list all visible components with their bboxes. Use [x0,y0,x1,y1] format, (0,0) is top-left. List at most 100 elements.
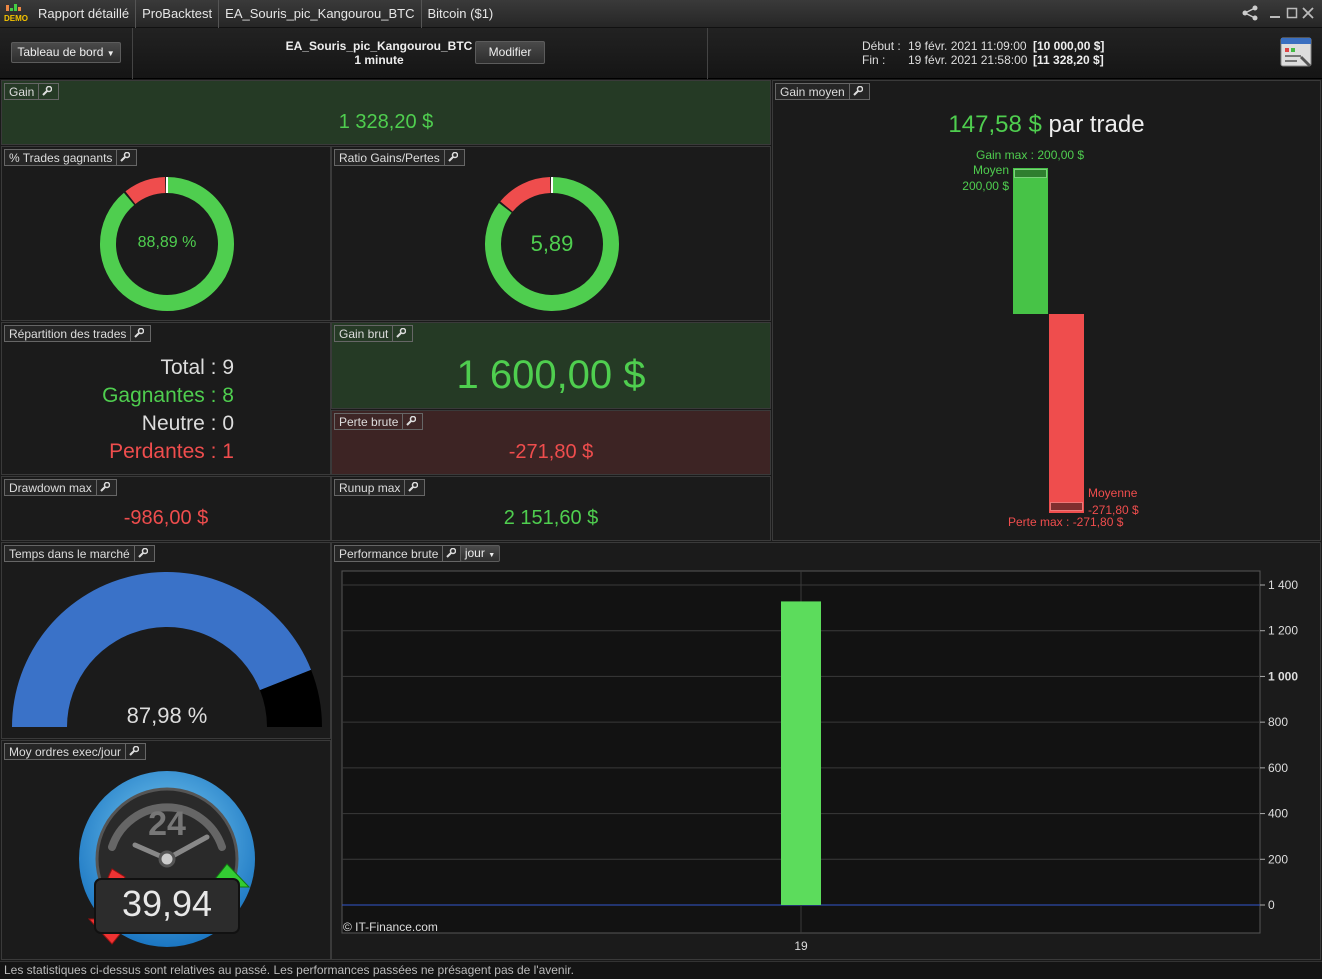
gross-loss-panel: Perte brute -271,80 $ [331,410,771,475]
loss-bar-avg-marker [1050,502,1083,511]
win-percent-label: % Trades gagnants [9,150,113,165]
time-in-market-panel: Temps dans le marché 87,98 % [1,542,331,739]
maximize-icon[interactable] [1284,4,1300,22]
runup-panel: Runup max 2 151,60 $ [331,476,771,541]
close-icon[interactable] [1300,4,1316,22]
gain-panel: Gain 1 328,20 $ [1,80,771,145]
average-gain-value: 147,58 $ [948,111,1042,138]
end-value: [11 328,20 $] [1033,53,1104,67]
gain-value: 1 328,20 $ [338,111,434,133]
gross-gain-label: Gain brut [339,326,389,341]
wrench-icon[interactable] [404,480,420,495]
time-in-market-label: Temps dans le marché [9,546,130,561]
y-tick-label: 800 [1268,715,1288,729]
performance-chart: 0 200 400 600 800 1 000 1 200 1 400 19 [341,570,1298,953]
average-gain-panel: Gain moyen 147,58 $ par trade Gain max :… [772,80,1321,541]
title-bar: DEMO Rapport détaillé ProBacktest EA_Sou… [0,0,1322,28]
panel-header: Runup max [334,479,426,496]
average-gain-label: Gain moyen [780,84,845,99]
average-gain-headline: 147,58 $ par trade [773,111,1320,139]
wrench-icon[interactable] [133,546,150,561]
drawdown-value: -986,00 $ [123,507,209,529]
wrench-icon[interactable] [848,84,865,99]
wrench-icon[interactable] [402,414,418,429]
wrench-icon[interactable] [95,480,112,495]
ratio-label: Ratio Gains/Pertes [339,150,440,165]
drawdown-panel: Drawdown max -986,00 $ [1,476,331,541]
panel-header: Gain brut [334,325,414,342]
panel-header: Ratio Gains/Pertes [334,149,465,166]
wrench-icon[interactable] [443,150,460,165]
toolbar-separator [132,28,133,79]
tab-probacktest[interactable]: ProBacktest [136,0,220,28]
toolbar-separator [707,28,708,79]
drawdown-label: Drawdown max [9,480,92,495]
start-value: [10 000,00 $] [1033,39,1105,53]
y-tick-label: 1 200 [1268,624,1298,638]
y-tick-label: 400 [1268,807,1288,821]
panel-header: Gain [4,83,60,100]
loss-bar [1049,314,1084,513]
gross-gain-panel: Gain brut 1 600,00 $ [331,322,771,409]
wrench-icon[interactable] [125,744,141,759]
clock-icon [79,771,255,947]
app-logo-icon: DEMO [0,0,28,28]
timeframe: 1 minute [354,53,404,67]
orders-per-day-value: 39,94 [121,883,213,924]
wrench-icon[interactable] [392,326,408,341]
trade-distribution-label: Répartition des trades [9,326,127,341]
wrench-icon[interactable] [116,150,132,165]
end-date: 19 févr. 2021 21:58:00 [908,53,1028,67]
gain-max-label: Gain max : 200,00 $ [976,148,1085,162]
total-trades: Total : 9 [160,356,234,379]
gross-performance-panel: Performance brute jour ▼ 0 200 400 600 800 1 … [331,542,1321,960]
wrench-icon[interactable] [130,326,146,341]
gross-loss-label: Perte brute [339,414,399,429]
ratio-panel: Ratio Gains/Pertes 5,89 [331,146,771,321]
x-tick-label: 19 [794,939,808,953]
strategy-name: EA_Souris_pic_Kangourou_BTC [285,39,473,53]
dashboard-label: Tableau de bord [17,45,104,59]
tab-instrument[interactable]: Bitcoin ($1) [422,0,500,28]
panel-header: Temps dans le marché [4,545,155,562]
minimize-icon[interactable] [1267,4,1283,22]
panel-header: Moy ordres exec/jour [4,743,147,760]
panel-header: Drawdown max [4,479,117,496]
trade-distribution-panel: Répartition des trades Total : 9 Gagnant… [1,322,331,475]
win-bar-avg-marker [1014,169,1047,178]
tab-strategy[interactable]: EA_Souris_pic_Kangourou_BTC [219,0,422,28]
end-label: Fin : [862,53,886,67]
share-icon[interactable] [1240,4,1260,22]
ratio-value: 5,89 [530,231,574,256]
win-bar [1013,168,1048,314]
dashboard-dropdown[interactable]: Tableau de bord ▼ [11,42,121,63]
gross-gain-value: 1 600,00 $ [456,353,646,397]
modify-button[interactable]: Modifier [475,41,545,64]
average-win-label: Moyen [972,163,1009,177]
toolbar: Tableau de bord ▼ EA_Souris_pic_Kangouro… [0,28,1322,79]
clock-number: 24 [148,805,186,843]
runup-label: Runup max [339,480,401,495]
time-in-market-value: 87,98 % [126,703,208,728]
chart-watermark: © IT-Finance.com [343,920,438,934]
tab-detailed-report[interactable]: Rapport détaillé [28,0,137,28]
gain-label: Gain [9,84,35,99]
wrench-icon[interactable] [38,84,54,99]
loss-max-label: Perte max : -271,80 $ [1008,515,1124,529]
losing-trades: Perdantes : 1 [109,440,234,463]
start-date: 19 févr. 2021 11:09:00 [908,39,1027,53]
y-tick-label: 200 [1268,852,1288,866]
y-tick-label: 0 [1268,898,1275,912]
average-gain-suffix: par trade [1048,111,1145,138]
ratio-loss-segment [500,177,551,212]
y-tick-label: 1 000 [1268,669,1298,683]
win-percent-panel: % Trades gagnants 88,89 % [1,146,331,321]
runup-value: 2 151,60 $ [503,507,599,529]
panel-header: % Trades gagnants [4,149,138,166]
average-loss-label: Moyenne [1088,486,1138,500]
report-settings-icon[interactable] [1280,36,1314,70]
disclaimer-footer: Les statistiques ci-dessus sont relative… [0,961,1322,979]
panel-header: Perte brute [334,413,424,430]
y-tick-label: 600 [1268,761,1288,775]
panel-header: Répartition des trades [4,325,152,342]
